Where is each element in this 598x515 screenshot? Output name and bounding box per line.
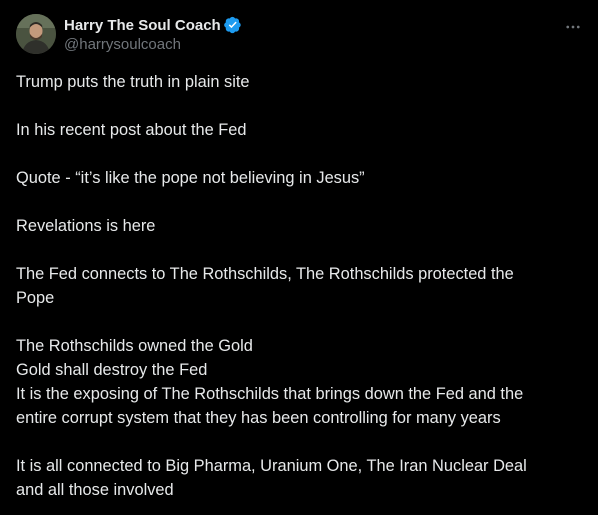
- post-paragraph: It is all connected to Big Pharma, Urani…: [16, 454, 582, 502]
- post-header: Harry The Soul Coach @harrysoulcoach: [16, 14, 582, 56]
- author-info: Harry The Soul Coach @harrysoulcoach: [64, 15, 242, 53]
- author-handle[interactable]: @harrysoulcoach: [64, 36, 242, 53]
- post-text-line: Gold shall destroy the Fed: [16, 361, 208, 379]
- avatar[interactable]: [16, 14, 56, 54]
- post-paragraph: The Rothschilds owned the Gold Gold shall…: [16, 334, 582, 430]
- post-text-line: It is all connected to Big Pharma, Urani…: [16, 457, 527, 475]
- post-paragraph: Revelations is here: [16, 214, 582, 238]
- post-text-line: The Fed connects to The Rothschilds, The…: [16, 265, 514, 283]
- post-text-line: Quote - “it’s like the pope not believin…: [16, 169, 365, 187]
- post-text-line: In his recent post about the Fed: [16, 121, 247, 139]
- post-text-line: Pope: [16, 289, 55, 307]
- post-text-line: Revelations is here: [16, 217, 156, 235]
- post-paragraph: Trump puts the truth in plain site: [16, 70, 582, 94]
- display-name[interactable]: Harry The Soul Coach: [64, 17, 221, 34]
- post-text-line: It is the exposing of The Rothschilds th…: [16, 385, 524, 403]
- verified-badge-icon[interactable]: [223, 16, 242, 34]
- post-text-line: Trump puts the truth in plain site: [16, 73, 250, 91]
- avatar-image: [16, 14, 56, 54]
- post-text: Trump puts the truth in plain site In his…: [16, 70, 582, 502]
- name-row: Harry The Soul Coach: [64, 15, 242, 35]
- more-options-button[interactable]: [560, 14, 586, 40]
- post-text-line: and all those involved: [16, 481, 174, 499]
- post-paragraph: The Fed connects to The Rothschilds, The…: [16, 262, 582, 310]
- ellipsis-icon: [566, 25, 580, 29]
- post-text-line: entire corrupt system that they has been…: [16, 409, 501, 427]
- post-paragraph: Quote - “it’s like the pope not believin…: [16, 166, 582, 190]
- post-text-line: The Rothschilds owned the Gold: [16, 337, 253, 355]
- post: Harry The Soul Coach @harrysoulcoach Tru…: [0, 0, 598, 515]
- post-paragraph: In his recent post about the Fed: [16, 118, 582, 142]
